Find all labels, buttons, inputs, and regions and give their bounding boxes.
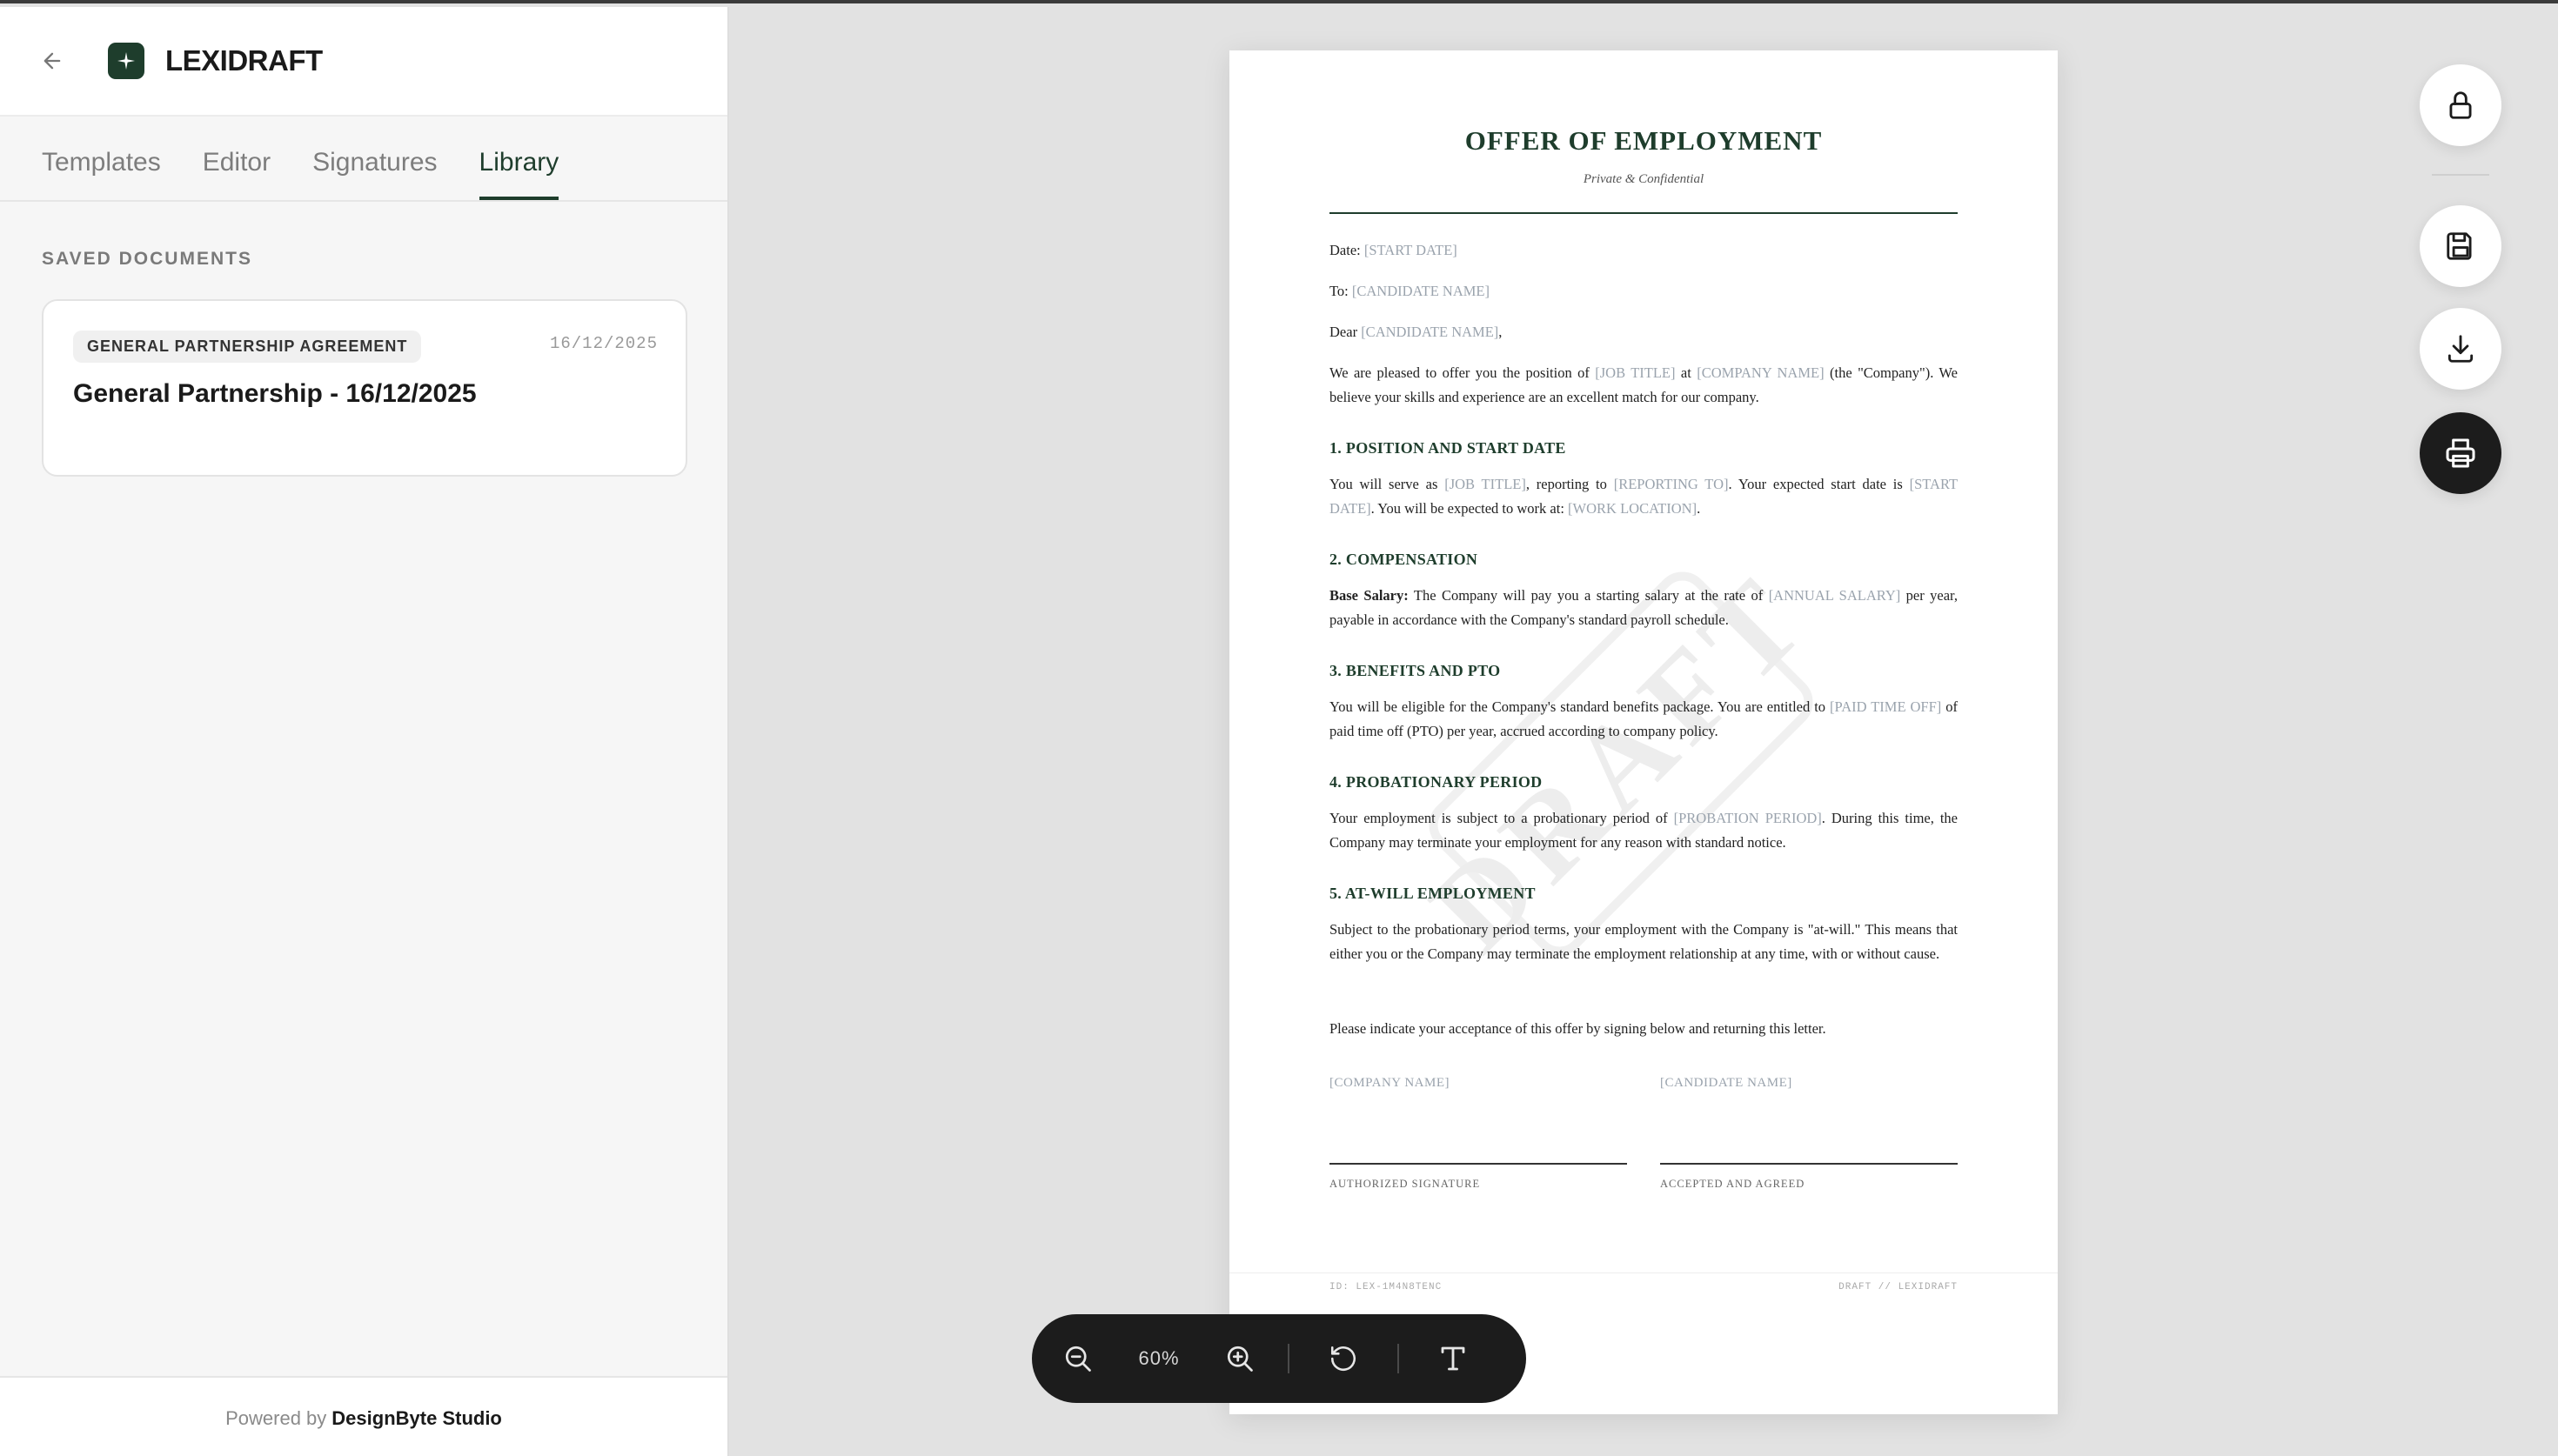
document-date: 16/12/2025	[549, 334, 658, 353]
tab-bar: Templates Editor Signatures Library	[0, 117, 727, 202]
document-title: General Partnership - 16/12/2025	[73, 379, 477, 408]
candidate-signature[interactable]: [CANDIDATE NAME] ACCEPTED AND AGREED	[1660, 1071, 1958, 1196]
section-paragraph: You will serve as [JOB TITLE], reporting…	[1329, 476, 1959, 517]
saved-document-card[interactable]: GENERAL PARTNERSHIP AGREEMENT 16/12/2025…	[42, 299, 687, 477]
section-heading: 3. BENEFITS AND PTO	[1329, 662, 1501, 679]
reset-zoom-button[interactable]	[1311, 1326, 1376, 1391]
tab-library[interactable]: Library	[479, 148, 559, 200]
work-location-placeholder[interactable]: [WORK LOCATION]	[1568, 500, 1697, 517]
to-line: To: [CANDIDATE NAME]	[1329, 283, 1490, 299]
printer-icon	[2446, 438, 2475, 468]
sidebar: LEXIDRAFT Templates Editor Signatures Li…	[0, 7, 729, 1456]
studio-name: DesignByte Studio	[331, 1407, 502, 1429]
text-icon	[1441, 1346, 1465, 1371]
document-body: Date: [START DATE] To: [CANDIDATE NAME] …	[1329, 238, 1958, 1196]
app-logo	[108, 43, 144, 79]
draft-stamp: DRAFT // LEXIDRAFT	[1838, 1282, 1958, 1292]
start-date-placeholder[interactable]: [START DATE]	[1364, 242, 1457, 258]
sidebar-header: LEXIDRAFT	[0, 7, 727, 117]
floppy-disk-icon	[2447, 232, 2472, 260]
zoom-toolbar: 60%	[1032, 1314, 1526, 1403]
signature-party-name: [CANDIDATE NAME]	[1660, 1076, 1792, 1090]
annual-salary-placeholder[interactable]: [ANNUAL SALARY]	[1769, 587, 1901, 604]
download-icon	[2448, 335, 2474, 363]
toolbar-separator	[1288, 1344, 1289, 1373]
signature-party-name: [COMPANY NAME]	[1329, 1076, 1450, 1090]
acceptance-paragraph: Please indicate your acceptance of this …	[1329, 1020, 1826, 1037]
saved-documents-label: SAVED DOCUMENTS	[42, 249, 252, 269]
sidebar-footer: Powered by DesignByte Studio	[0, 1376, 727, 1456]
save-button[interactable]	[2420, 205, 2501, 287]
lock-button[interactable]	[2420, 64, 2501, 146]
signature-caption: AUTHORIZED SIGNATURE	[1329, 1178, 1481, 1190]
tab-signatures[interactable]: Signatures	[312, 148, 437, 200]
section-paragraph: Subject to the probationary period terms…	[1329, 921, 1958, 962]
zoom-in-button[interactable]	[1208, 1326, 1272, 1391]
document-id: ID: LEX-1M4N8TENC	[1329, 1282, 1443, 1292]
intro-paragraph: We are pleased to offer you the position…	[1329, 364, 1959, 405]
zoom-out-button[interactable]	[1046, 1326, 1110, 1391]
zoom-out-icon	[1065, 1346, 1091, 1372]
probation-period-placeholder[interactable]: [PROBATION PERIOD]	[1674, 810, 1822, 826]
paid-time-off-placeholder[interactable]: [PAID TIME OFF]	[1830, 698, 1941, 715]
document-page: DRAFT OFFER OF EMPLOYMENT Private & Conf…	[1229, 50, 2058, 1414]
section-heading: 2. COMPENSATION	[1329, 551, 1478, 568]
zoom-level: 60%	[1138, 1347, 1180, 1369]
signature-caption: ACCEPTED AND AGREED	[1660, 1178, 1805, 1190]
app-brand: LEXIDRAFT	[165, 44, 323, 77]
candidate-name-placeholder[interactable]: [CANDIDATE NAME]	[1352, 283, 1490, 299]
download-button[interactable]	[2420, 308, 2501, 390]
text-tool-button[interactable]	[1421, 1326, 1485, 1391]
section-paragraph: You will be eligible for the Company's s…	[1329, 698, 1959, 739]
back-button[interactable]	[38, 47, 66, 75]
section-heading: 1. POSITION AND START DATE	[1329, 439, 1566, 457]
zoom-in-icon	[1227, 1346, 1253, 1372]
sparkle-icon	[117, 52, 135, 70]
signature-line	[1660, 1163, 1958, 1165]
action-divider	[2432, 174, 2489, 176]
signature-block: [COMPANY NAME] AUTHORIZED SIGNATURE [CAN…	[1329, 1071, 1958, 1196]
tab-templates[interactable]: Templates	[42, 148, 161, 200]
section-paragraph: Your employment is subject to a probatio…	[1329, 810, 1958, 851]
powered-by-label: Powered by	[225, 1407, 327, 1429]
document-footer: ID: LEX-1M4N8TENC DRAFT // LEXIDRAFT	[1229, 1272, 2058, 1292]
date-line: Date: [START DATE]	[1329, 242, 1457, 258]
job-title-placeholder[interactable]: [JOB TITLE]	[1595, 364, 1675, 381]
rotate-ccw-icon	[1330, 1346, 1356, 1372]
section-heading: 5. AT-WILL EMPLOYMENT	[1329, 885, 1536, 902]
job-title-placeholder[interactable]: [JOB TITLE]	[1444, 476, 1526, 492]
company-signature[interactable]: [COMPANY NAME] AUTHORIZED SIGNATURE	[1329, 1071, 1627, 1196]
candidate-name-placeholder[interactable]: [CANDIDATE NAME]	[1361, 324, 1498, 340]
signature-line	[1329, 1163, 1627, 1165]
document-subtitle: Private & Confidential	[1583, 172, 1704, 186]
document-type-badge: GENERAL PARTNERSHIP AGREEMENT	[73, 331, 422, 363]
company-name-placeholder[interactable]: [COMPANY NAME]	[1697, 364, 1824, 381]
toolbar-separator	[1397, 1344, 1399, 1373]
arrow-left-icon	[44, 52, 61, 70]
reporting-to-placeholder[interactable]: [REPORTING TO]	[1614, 476, 1729, 492]
section-paragraph: Base Salary: The Company will pay you a …	[1329, 587, 1959, 628]
tab-editor[interactable]: Editor	[203, 148, 271, 200]
section-heading: 4. PROBATIONARY PERIOD	[1329, 773, 1543, 791]
heading-divider	[1329, 212, 1958, 214]
salutation: Dear [CANDIDATE NAME],	[1329, 324, 1503, 340]
lock-icon	[2449, 91, 2472, 119]
document-heading: OFFER OF EMPLOYMENT	[1464, 125, 1823, 156]
print-button[interactable]	[2420, 412, 2501, 494]
